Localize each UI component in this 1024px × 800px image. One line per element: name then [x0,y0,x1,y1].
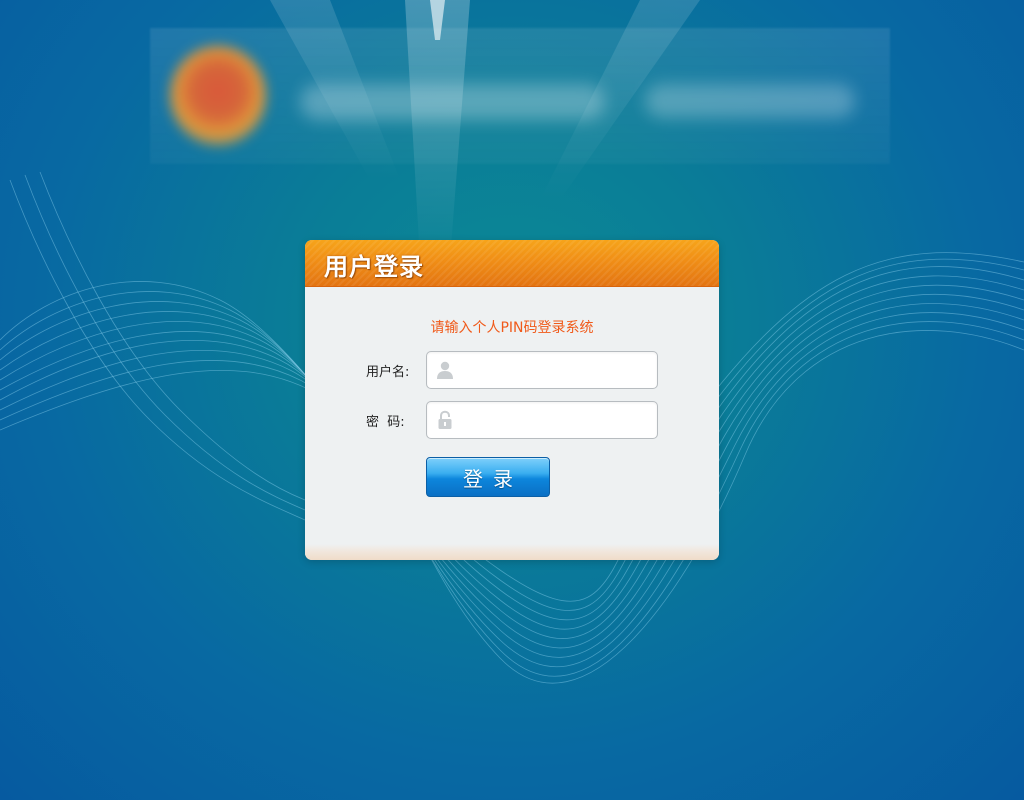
username-input[interactable] [461,352,655,390]
password-input[interactable] [461,402,655,440]
banner-subtitle-blurred [645,84,855,118]
lock-icon [438,410,452,429]
login-form: 请输入个人PIN码登录系统 用户名: 密 码: 登录 [305,287,719,545]
login-panel-header: 用户登录 [305,240,719,287]
password-label: 密 码: [366,415,405,430]
login-button[interactable]: 登录 [426,457,550,497]
site-header-banner [150,28,890,164]
login-hint: 请输入个人PIN码登录系统 [430,320,594,336]
login-title: 用户登录 [324,252,424,281]
emblem-logo [170,46,266,146]
login-panel-footer [305,544,719,560]
banner-title-blurred [300,84,605,120]
username-label: 用户名: [366,365,410,380]
login-panel: 用户登录 请输入个人PIN码登录系统 用户名: 密 码: 登录 [305,240,719,560]
username-field[interactable] [426,351,658,390]
password-field[interactable] [426,401,658,440]
user-icon [437,361,453,379]
